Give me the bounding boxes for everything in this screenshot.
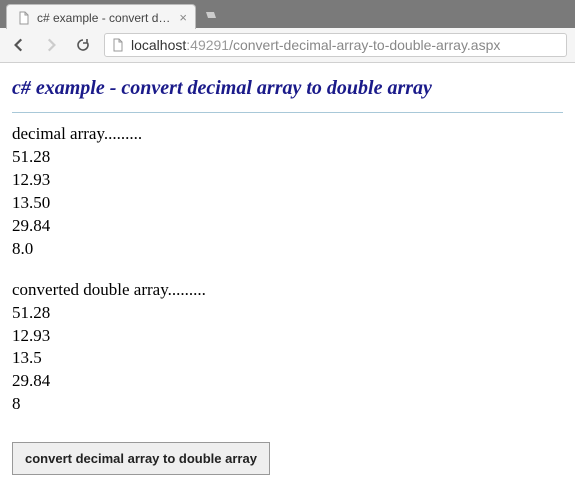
browser-tab[interactable]: c# example - convert deci × (6, 4, 196, 29)
close-icon[interactable]: × (179, 10, 187, 25)
tab-bar: c# example - convert deci × (0, 0, 575, 28)
list-item: 13.5 (12, 347, 563, 370)
convert-button[interactable]: convert decimal array to double array (12, 442, 270, 475)
url-port: :49291 (186, 37, 229, 53)
address-bar[interactable]: localhost:49291/convert-decimal-array-to… (104, 33, 567, 57)
list-item: 8 (12, 393, 563, 416)
page-title: c# example - convert decimal array to do… (12, 77, 563, 100)
browser-chrome: c# example - convert deci × localhost:49… (0, 0, 575, 63)
page-icon (111, 38, 125, 52)
back-button[interactable] (8, 34, 30, 56)
page-icon (17, 11, 31, 25)
tab-title: c# example - convert deci (37, 11, 173, 25)
page-content: c# example - convert decimal array to do… (0, 63, 575, 489)
url-path: /convert-decimal-array-to-double-array.a… (229, 37, 500, 53)
toolbar: localhost:49291/convert-decimal-array-to… (0, 28, 575, 62)
decimal-values-list: 51.2812.9313.5029.848.0 (12, 146, 563, 261)
url-host: localhost (131, 37, 186, 53)
output-area: decimal array......... 51.2812.9313.5029… (12, 123, 563, 416)
reload-button[interactable] (72, 34, 94, 56)
list-item: 12.93 (12, 169, 563, 192)
divider (12, 112, 563, 113)
double-values-list: 51.2812.9313.529.848 (12, 302, 563, 417)
list-item: 13.50 (12, 192, 563, 215)
list-item: 51.28 (12, 146, 563, 169)
list-item: 29.84 (12, 215, 563, 238)
list-item: 29.84 (12, 370, 563, 393)
new-tab-button[interactable] (196, 3, 224, 28)
list-item: 12.93 (12, 325, 563, 348)
url-text: localhost:49291/convert-decimal-array-to… (131, 37, 500, 53)
double-array-label: converted double array......... (12, 279, 563, 302)
list-item: 51.28 (12, 302, 563, 325)
decimal-array-label: decimal array......... (12, 123, 563, 146)
list-item: 8.0 (12, 238, 563, 261)
forward-button[interactable] (40, 34, 62, 56)
